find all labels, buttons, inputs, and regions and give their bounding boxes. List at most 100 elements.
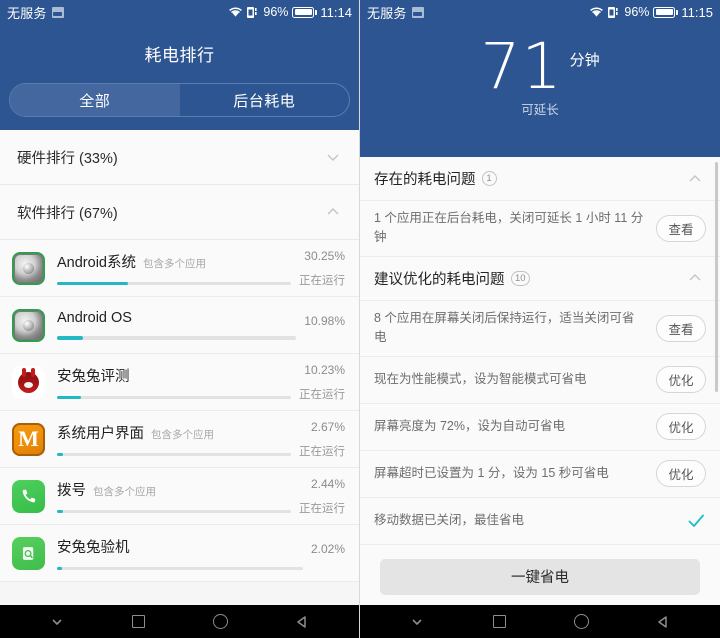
app-subtitle: 包含多个应用 [151,428,214,441]
status-bar-right: 无服务 96% 11:15 [360,0,720,24]
status-bar-right-group: 96% 11:14 [228,5,352,20]
page-title: 耗电排行 [144,46,215,65]
app-name-line: Android系统 包含多个应用 [57,251,291,272]
chevron-up-icon[interactable] [323,202,343,222]
app-name-line: Android OS [57,310,296,326]
tab-all[interactable]: 全部 [10,84,180,116]
list-item[interactable]: 8 个应用在屏幕关闭后保持运行，适当关闭可省电 查看 [360,300,720,357]
usage-bar-track [57,509,291,514]
section-title: 建议优化的耗电问题 [374,271,505,288]
usage-bar-fill [57,452,64,457]
app-status: 正在运行 [299,274,345,287]
app-metrics: 30.25% 正在运行 [299,249,345,288]
app-status: 正在运行 [299,445,345,458]
tab-bar: 全部 后台耗电 [9,83,350,117]
one-key-power-save-button[interactable]: 一键省电 [380,558,700,595]
chevron-up-icon[interactable] [685,268,705,288]
usage-bar-track [57,452,291,457]
app-info: Android OS [57,310,297,340]
status-bar-left-group: 无服务 [7,3,64,22]
back-triangle-icon[interactable] [653,612,673,632]
check-icon [686,511,706,531]
table-row[interactable]: Android OS 10.98% [0,297,359,354]
list-item[interactable]: 现在为性能模式，设为智能模式可省电 优化 [360,356,720,404]
recents-square-icon[interactable] [129,612,149,632]
cta-container: 一键省电 [360,544,720,595]
usage-bar-fill [57,395,81,400]
app-metrics: 2.67% 正在运行 [299,420,345,459]
usage-bar-fill [57,281,128,286]
carrier-label: 无服务 [367,5,407,21]
app-percent: 10.98% [304,313,345,328]
home-circle-icon[interactable] [571,612,591,632]
issue-description: 屏幕亮度为 72%，设为自动可省电 [374,418,565,433]
group-header-software[interactable]: 软件排行 (67%) [0,184,359,240]
chevron-up-icon[interactable] [685,169,705,189]
usage-bar-track [57,395,291,400]
status-bar-left: 无服务 96% 11:14 [0,0,359,24]
app-percent: 2.44% [310,476,345,491]
table-row[interactable]: 安兔兔验机 2.02% [0,525,359,582]
section-header-existing-issues[interactable]: 存在的耗电问题 1 [360,157,720,201]
clock-label: 11:14 [320,4,352,20]
wifi-icon [589,6,604,18]
issue-description: 移动数据已关闭，最佳省电 [374,512,525,527]
app-percent: 30.25% [304,248,345,263]
list-item[interactable]: 移动数据已关闭，最佳省电 [360,497,720,545]
issue-description: 1 个应用正在后台耗电，关闭可延长 1 小时 11 分钟 [374,211,644,245]
table-row[interactable]: 拨号 包含多个应用 2.44% 正在运行 [0,468,359,525]
section-header-suggested-optimizations[interactable]: 建议优化的耗电问题 10 [360,256,720,301]
table-row[interactable]: 安兔兔评测 10.23% 正在运行 [0,354,359,411]
home-circle-icon[interactable] [210,612,230,632]
wifi-icon [228,6,243,18]
usage-bar-track [57,281,291,286]
carrier-label: 无服务 [7,5,47,21]
left-header: 耗电排行 全部 后台耗电 [0,24,359,130]
back-triangle-icon[interactable] [292,612,312,632]
list-item[interactable]: 屏幕超时已设置为 1 分，设为 15 秒可省电 优化 [360,450,720,498]
battery-icon [292,6,318,18]
view-button[interactable]: 查看 [656,314,706,342]
table-row[interactable]: M 系统用户界面 包含多个应用 2.67% 正在运行 [0,411,359,468]
optimize-button[interactable]: 优化 [656,366,706,393]
app-info: 安兔兔验机 [57,536,303,571]
chevron-down-icon[interactable] [323,147,343,167]
recents-square-icon[interactable] [489,612,509,632]
system-ui-icon: M [12,422,45,456]
chevron-down-icon[interactable] [407,612,427,632]
usage-bar-fill [57,509,63,514]
app-name: Android系统 [57,254,136,271]
app-name-line: 系统用户界面 包含多个应用 [57,422,291,443]
app-name: 安兔兔验机 [57,539,130,556]
usage-bar-track [57,336,297,340]
view-button[interactable]: 查看 [656,214,706,242]
antutu-benchmark-icon [12,365,45,399]
group-header-hardware[interactable]: 硬件排行 (33%) [0,130,359,185]
app-name: 安兔兔评测 [57,368,130,385]
battery-percent-label: 96% [263,5,289,19]
battery-ranking-list[interactable]: 硬件排行 (33%) 软件排行 (67%) Android系统 包含多个应用 3… [0,130,359,605]
optimize-button[interactable]: 优化 [656,460,706,487]
list-item[interactable]: 屏幕亮度为 72%，设为自动可省电 优化 [360,403,720,451]
table-row[interactable]: Android系统 包含多个应用 30.25% 正在运行 [0,240,359,297]
section-title: 存在的耗电问题 [374,172,476,188]
app-percent: 2.02% [310,541,345,556]
issue-description: 8 个应用在屏幕关闭后保持运行，适当关闭可省电 [374,310,635,345]
chevron-down-icon[interactable] [47,612,67,632]
list-item[interactable]: 1 个应用正在后台耗电，关闭可延长 1 小时 11 分钟 查看 [360,201,720,257]
app-name: 拨号 [57,482,86,499]
scrollbar[interactable] [715,162,718,392]
app-name: 系统用户界面 [57,425,144,442]
sim-card-icon [51,6,64,18]
app-info: 系统用户界面 包含多个应用 [57,422,291,457]
app-subtitle: 包含多个应用 [142,257,206,270]
antutu-verify-icon [12,536,45,570]
power-issues-list[interactable]: 存在的耗电问题 1 1 个应用正在后台耗电，关闭可延长 1 小时 11 分钟 查… [360,157,720,605]
status-badge: 1 [481,171,497,186]
optimize-button[interactable]: 优化 [656,413,706,440]
tab-background-drain[interactable]: 后台耗电 [180,84,350,116]
sim-card-icon [411,6,424,18]
app-info: 安兔兔评测 [57,365,291,400]
app-percent: 10.23% [304,362,345,377]
app-metrics: 2.44% 正在运行 [299,477,345,516]
